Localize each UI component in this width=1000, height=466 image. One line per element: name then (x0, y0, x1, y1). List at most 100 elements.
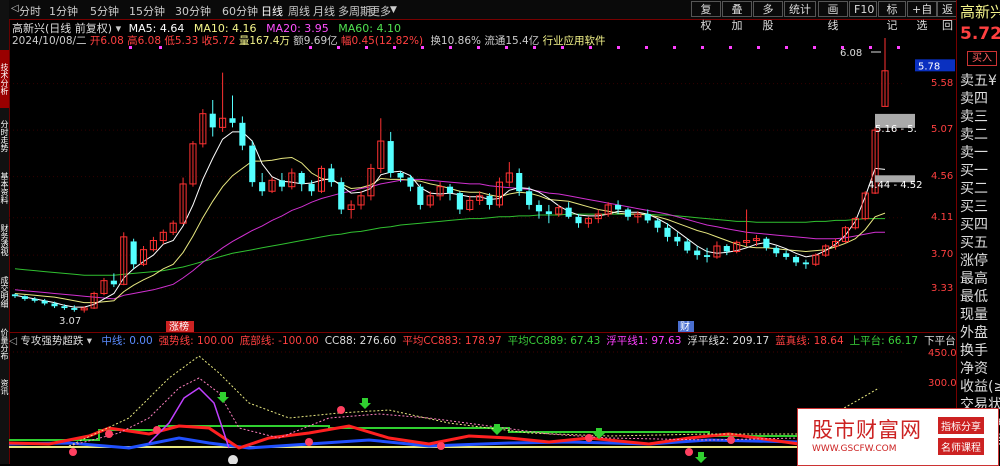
candle (387, 131, 394, 178)
candle (476, 191, 484, 205)
quote-row-9: 买五 (960, 235, 988, 251)
price-axis-label: 4.11 (931, 211, 954, 223)
toolbar-button-5[interactable]: F10 (849, 1, 877, 17)
toolbar-button-6[interactable]: 标记 (878, 1, 906, 32)
candle (347, 200, 355, 219)
toolbar-button-3[interactable]: 统计 (784, 1, 816, 17)
toolbar-button-7[interactable]: +自选 (907, 1, 937, 32)
candle (505, 162, 513, 187)
candle (328, 163, 335, 187)
indicator-name: 专攻强势超跌 (20, 335, 84, 347)
tab-7[interactable]: 周线 (288, 3, 310, 19)
signal-icon (105, 430, 113, 438)
candle (120, 232, 128, 286)
candle (773, 246, 780, 257)
candle (407, 174, 414, 192)
price-axis-label: 3.70 (931, 249, 954, 261)
toolbar-button-0[interactable]: 复权 (691, 1, 721, 32)
candle (367, 163, 375, 201)
candle (239, 116, 246, 151)
tab-4[interactable]: 30分钟 (175, 3, 211, 19)
tab-6[interactable]: 日线 (261, 3, 283, 19)
tab-1[interactable]: 1分钟 (49, 3, 78, 19)
quote-price: 5.72 (960, 24, 1000, 44)
back-icon[interactable]: ◁ (11, 3, 19, 14)
quote-row-2: 卖三 (960, 109, 988, 125)
quote-row-6: 买二 (960, 181, 988, 197)
price-axis-label: 3.33 (931, 282, 954, 294)
tab-0[interactable]: 分时 (19, 3, 41, 19)
candle (723, 244, 730, 256)
side-tab-3[interactable]: 财务透视 (0, 216, 9, 264)
candle (31, 297, 38, 303)
tab-5[interactable]: 60分钟 (222, 3, 258, 19)
more-chevron-icon[interactable]: ▼ (390, 5, 397, 15)
ma5-line (14, 131, 886, 308)
candle (802, 259, 809, 269)
candle (298, 171, 305, 192)
quote-row-0: 卖五¥ (960, 73, 997, 89)
candle (644, 209, 651, 224)
tab-3[interactable]: 15分钟 (129, 3, 165, 19)
quote-row-10: 涨停 (960, 253, 988, 269)
indicator-back-icon[interactable]: ◁ (9, 335, 17, 347)
candle (733, 240, 741, 254)
candle (763, 236, 770, 251)
marker-finance-text: 财 (680, 320, 690, 332)
candle (229, 95, 236, 128)
candle (694, 246, 701, 260)
candle (752, 235, 761, 246)
side-tab-0[interactable]: 技术分析 (0, 50, 9, 108)
tab-8[interactable]: 月线 (313, 3, 335, 19)
indicator-value-0: 中线: 0.00 (101, 335, 153, 347)
signal-icon (437, 442, 445, 450)
buy-button[interactable]: 买入 (967, 51, 997, 66)
toolbar-button-2[interactable]: 多股 (753, 1, 783, 32)
quote-row-7: 买三 (960, 199, 988, 215)
side-tab-6[interactable]: 资讯 (0, 372, 9, 402)
price-chart[interactable]: 6.083.075.16 - 5.4.44 - 4.525.78涨榜财 (9, 19, 956, 332)
tab-9[interactable]: 多周期 (338, 3, 371, 19)
signal-icon (585, 434, 593, 442)
quote-row-12: 最低 (960, 289, 988, 305)
peak-label: 6.08 (840, 48, 862, 59)
candle (159, 229, 167, 245)
quote-panel: 高新兴 5.72 买入 卖五¥ 卖四 卖三 卖二 卖一 买一 买二 买三 买四 买五 涨停 最高 最低现… (956, 0, 1000, 464)
indicator-value-6: 浮平线1: 97.63 (606, 335, 682, 347)
indicator-value-7: 浮平线2: 209.17 (687, 335, 770, 347)
toolbar-button-1[interactable]: 叠加 (722, 1, 752, 32)
tab-10[interactable]: 更多 (369, 3, 391, 19)
toolbar-button-8[interactable]: 返回 (937, 1, 957, 32)
toolbar-button-4[interactable]: 画线 (818, 1, 848, 32)
candle (338, 177, 345, 215)
indicator-value-2: 底部线: -100.00 (239, 335, 319, 347)
candle (446, 183, 454, 201)
price-axis-label: 5.58 (931, 77, 954, 89)
candle (881, 37, 889, 107)
candle (357, 191, 365, 210)
signal-icon (153, 426, 161, 434)
side-tab-1[interactable]: 分时走势 (0, 112, 9, 160)
side-tab-2[interactable]: 基本资料 (0, 164, 9, 212)
down-arrow-icon (491, 424, 503, 435)
quote-row-8: 买四 (960, 217, 988, 233)
quote-row-4: 卖一 (960, 145, 988, 161)
candle (516, 168, 523, 196)
quote-row-16: 净资 (960, 361, 988, 377)
candle (90, 291, 98, 309)
quote-row-17: 收益(≥ (960, 379, 1000, 395)
quote-row-11: 最高 (960, 271, 988, 287)
candle (684, 238, 691, 254)
candle (545, 204, 552, 224)
candle (149, 236, 157, 252)
candle (535, 200, 543, 219)
watermark-share: 指标分享 (938, 417, 984, 434)
candle (713, 241, 721, 259)
side-tab-4[interactable]: 成交明细 (0, 268, 9, 316)
signal-icon (727, 436, 735, 444)
indicator-dropdown-icon[interactable]: ▾ (87, 335, 92, 347)
dashed-line-1 (68, 377, 800, 447)
tab-2[interactable]: 5分钟 (90, 3, 119, 19)
side-tab-5[interactable]: 价量分布 (0, 320, 9, 368)
candle (743, 209, 751, 246)
